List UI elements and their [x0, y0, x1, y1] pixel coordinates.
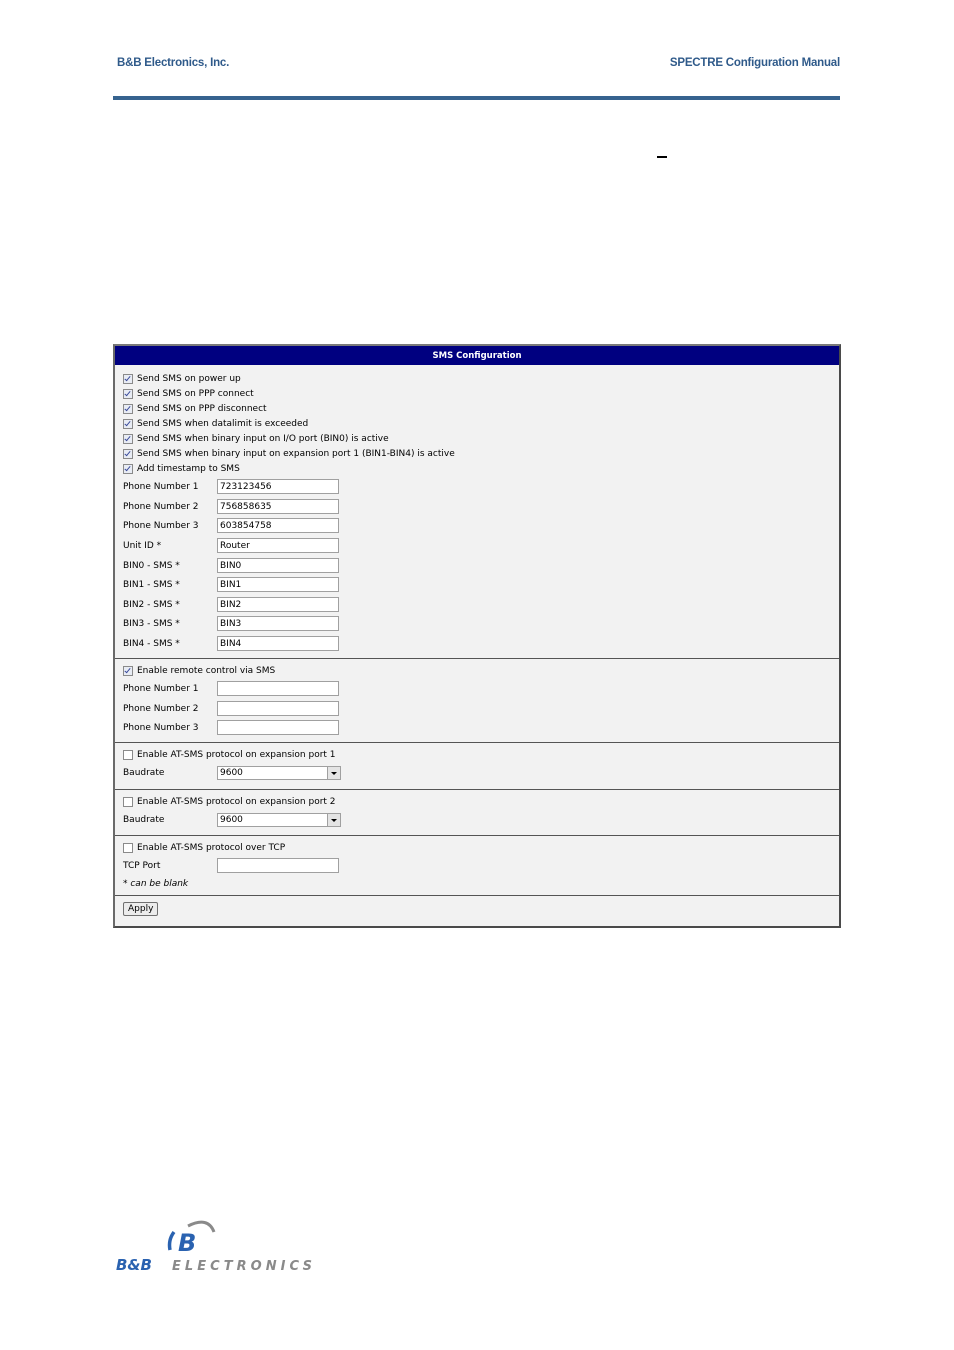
checkbox-row-remote-control[interactable]: Enable remote control via SMS — [123, 666, 275, 676]
field-label: BIN2 - SMS * — [123, 600, 180, 610]
checkbox-row-datalimit[interactable]: Send SMS when datalimit is exceeded — [123, 419, 308, 429]
checkbox-label: Add timestamp to SMS — [137, 464, 240, 474]
checkbox[interactable] — [123, 389, 133, 399]
select-value: 9600 — [220, 815, 243, 825]
field-label: BIN0 - SMS * — [123, 561, 180, 571]
chevron-down-icon[interactable] — [327, 814, 340, 826]
remote-phone-number-1-input[interactable] — [217, 681, 339, 696]
checkbox-row-port2[interactable]: Enable AT-SMS protocol on expansion port… — [123, 797, 336, 807]
baudrate-label: Baudrate — [123, 768, 165, 778]
checkbox-label: Enable AT-SMS protocol on expansion port… — [137, 797, 336, 807]
logo-text-left: B&B — [116, 1256, 152, 1274]
bin1-sms-input[interactable]: BIN1 — [217, 577, 339, 592]
checkbox-label: Send SMS when datalimit is exceeded — [137, 419, 309, 429]
section-expansion-port-1: Enable AT-SMS protocol on expansion port… — [115, 742, 839, 790]
checkbox-row-timestamp[interactable]: Add timestamp to SMS — [123, 464, 240, 474]
phone-number-3-input[interactable]: 603854758 — [217, 518, 339, 533]
logo-bracket-icon — [167, 1230, 176, 1251]
checkbox-label: Send SMS when binary input on expansion … — [137, 449, 455, 459]
checkbox[interactable] — [123, 797, 133, 807]
checkbox-label: Send SMS on PPP disconnect — [137, 404, 267, 414]
field-label: Phone Number 1 — [123, 482, 199, 492]
field-label: BIN4 - SMS * — [123, 639, 180, 649]
checkbox[interactable] — [123, 750, 133, 760]
checkbox-row-bin1-bin4[interactable]: Send SMS when binary input on expansion … — [123, 449, 455, 459]
tcp-port-label: TCP Port — [123, 861, 161, 871]
checkbox-row-tcp[interactable]: Enable AT-SMS protocol over TCP — [123, 843, 285, 853]
baudrate-port1-select[interactable]: 9600 — [217, 766, 341, 780]
bin2-sms-input[interactable]: BIN2 — [217, 597, 339, 612]
logo-text-right: ELECTRONICS — [172, 1259, 312, 1274]
field-label: Phone Number 1 — [123, 684, 199, 694]
header-manual-title: SPECTRE Configuration Manual — [669, 57, 840, 69]
blank-note: * can be blank — [123, 879, 189, 889]
field-label: Phone Number 3 — [123, 723, 199, 733]
bin3-sms-input[interactable]: BIN3 — [217, 616, 339, 631]
field-label: Phone Number 2 — [123, 502, 199, 512]
select-value: 9600 — [220, 768, 243, 778]
checkbox[interactable] — [123, 464, 133, 474]
checkbox[interactable] — [123, 843, 133, 853]
checkbox-row-port1[interactable]: Enable AT-SMS protocol on expansion port… — [123, 750, 336, 760]
baudrate-label: Baudrate — [123, 815, 165, 825]
section-expansion-port-2: Enable AT-SMS protocol on expansion port… — [115, 789, 839, 836]
checkbox-row-power-up[interactable]: Send SMS on power up — [123, 374, 241, 384]
company-logo: B B&B ELECTRONICS — [116, 1218, 316, 1278]
checkbox-row-bin0[interactable]: Send SMS when binary input on I/O port (… — [123, 434, 389, 444]
checkbox[interactable] — [123, 666, 133, 676]
checkbox-label: Enable AT-SMS protocol over TCP — [137, 843, 286, 853]
checkbox-label: Enable remote control via SMS — [137, 666, 276, 676]
logo-graphic: B B&B ELECTRONICS — [116, 1220, 312, 1274]
apply-button[interactable]: Apply — [123, 902, 159, 916]
phone-number-1-input[interactable]: 723123456 — [217, 479, 339, 494]
checkbox[interactable] — [123, 374, 133, 384]
panel-title: SMS Configuration — [115, 346, 839, 365]
checkbox-row-ppp-disconnect[interactable]: Send SMS on PPP disconnect — [123, 404, 267, 414]
checkbox[interactable] — [123, 404, 133, 414]
unit-id-input[interactable]: Router — [217, 538, 339, 553]
remote-phone-number-3-input[interactable] — [217, 720, 339, 735]
checkbox-label: Enable AT-SMS protocol on expansion port… — [137, 750, 336, 760]
field-label: Unit ID * — [123, 541, 162, 551]
section-tcp: Enable AT-SMS protocol over TCP TCP Port… — [115, 835, 839, 896]
sms-configuration-panel: SMS Configuration Send SMS on power up S… — [113, 344, 841, 928]
checkbox-row-ppp-connect[interactable]: Send SMS on PPP connect — [123, 389, 254, 399]
checkbox-label: Send SMS on power up — [137, 374, 241, 384]
bin4-sms-input[interactable]: BIN4 — [217, 636, 339, 651]
header-divider — [113, 96, 840, 100]
baudrate-port2-select[interactable]: 9600 — [217, 813, 341, 827]
field-label: Phone Number 3 — [123, 521, 199, 531]
logo-letter: B — [178, 1229, 196, 1257]
tcp-port-input[interactable] — [217, 858, 339, 873]
checkbox-label: Send SMS when binary input on I/O port (… — [137, 434, 389, 444]
header-company: B&B Electronics, Inc. — [117, 57, 230, 69]
dash-mark — [657, 156, 667, 158]
remote-phone-number-2-input[interactable] — [217, 701, 339, 716]
section-apply: Apply — [115, 895, 839, 927]
checkbox[interactable] — [123, 449, 133, 459]
section-remote-control: Enable remote control via SMS Phone Numb… — [115, 658, 839, 743]
field-label: BIN1 - SMS * — [123, 580, 180, 590]
field-label: BIN3 - SMS * — [123, 619, 180, 629]
checkbox[interactable] — [123, 434, 133, 444]
field-label: Phone Number 2 — [123, 704, 199, 714]
checkbox[interactable] — [123, 419, 133, 429]
checkbox-label: Send SMS on PPP connect — [137, 389, 254, 399]
bin0-sms-input[interactable]: BIN0 — [217, 558, 339, 573]
phone-number-2-input[interactable]: 756858635 — [217, 499, 339, 514]
chevron-down-icon[interactable] — [327, 767, 340, 779]
